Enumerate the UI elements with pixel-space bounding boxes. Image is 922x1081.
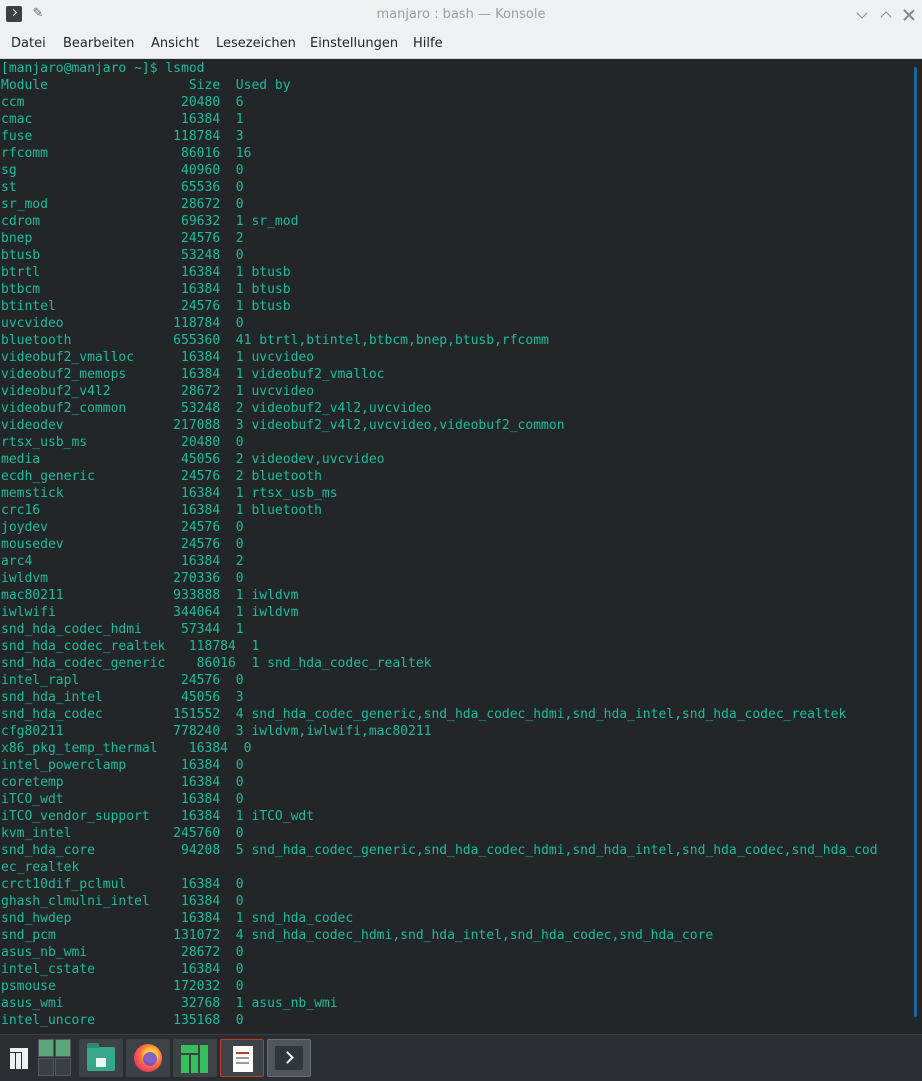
terminal-line: fuse 118784 3: [1, 129, 244, 144]
terminal-line: memstick 16384 1 rtsx_usb_ms: [1, 486, 338, 501]
menu-ansicht[interactable]: Ansicht: [151, 36, 199, 51]
terminal-line: ccm 20480 6: [1, 95, 244, 110]
menu-datei[interactable]: Datei: [11, 36, 46, 51]
window-title: manjaro : bash — Konsole: [376, 7, 546, 22]
terminal-line: crct10dif_pclmul 16384 0: [1, 877, 244, 892]
terminal-line: iTCO_vendor_support 16384 1 iTCO_wdt: [1, 809, 315, 824]
terminal-line: cdrom 69632 1 sr_mod: [1, 214, 299, 229]
terminal-line: snd_hda_intel 45056 3: [1, 690, 244, 705]
text-editor-icon[interactable]: [220, 1039, 264, 1077]
terminal-line: iwlwifi 344064 1 iwldvm: [1, 605, 299, 620]
terminal-line: snd_hda_codec_hdmi 57344 1: [1, 622, 244, 637]
close-icon[interactable]: [901, 7, 917, 23]
terminal-line: ecdh_generic 24576 2 bluetooth: [1, 469, 322, 484]
terminal-line: intel_rapl 24576 0: [1, 673, 244, 688]
terminal-line: asus_wmi 32768 1 asus_nb_wmi: [1, 996, 338, 1011]
terminal-line: snd_hda_codec_realtek 118784 1: [1, 639, 260, 654]
prompt-line: [manjaro@manjaro ~]$ lsmod: [1, 61, 205, 76]
terminal-line: sr_mod 28672 0: [1, 197, 244, 212]
terminal-line: coretemp 16384 0: [1, 775, 244, 790]
terminal-line: videobuf2_common 53248 2 videobuf2_v4l2,…: [1, 401, 432, 416]
terminal-line: asus_nb_wmi 28672 0: [1, 945, 244, 960]
manjaro-settings-icon[interactable]: [173, 1039, 217, 1077]
terminal-line: joydev 24576 0: [1, 520, 244, 535]
terminal-line: ghash_clmulni_intel 16384 0: [1, 894, 244, 909]
terminal-line: sg 40960 0: [1, 163, 244, 178]
taskbar: [0, 1034, 922, 1081]
menu-hilfe[interactable]: Hilfe: [413, 36, 443, 51]
terminal-line: btintel 24576 1 btusb: [1, 299, 291, 314]
terminal-line: cmac 16384 1: [1, 112, 244, 127]
terminal-line: kvm_intel 245760 0: [1, 826, 244, 841]
terminal-line: cfg80211 778240 3 iwldvm,iwlwifi,mac8021…: [1, 724, 432, 739]
terminal-line: snd_hwdep 16384 1 snd_hda_codec: [1, 911, 354, 926]
terminal-line: intel_uncore 135168 0: [1, 1013, 244, 1028]
terminal-line: intel_cstate 16384 0: [1, 962, 244, 977]
terminal-line: arc4 16384 2: [1, 554, 244, 569]
terminal-line: rtsx_usb_ms 20480 0: [1, 435, 244, 450]
terminal-line: btusb 53248 0: [1, 248, 244, 263]
maximize-icon[interactable]: [878, 7, 894, 23]
terminal-line: btbcm 16384 1 btusb: [1, 282, 291, 297]
menu-lesezeichen[interactable]: Lesezeichen: [216, 36, 296, 51]
terminal-line: uvcvideo 118784 0: [1, 316, 244, 331]
terminal-line: snd_hda_codec 151552 4 snd_hda_codec_gen…: [1, 707, 847, 722]
terminal-line: videobuf2_memops 16384 1 videobuf2_vmall…: [1, 367, 385, 382]
terminal-line: snd_hda_core 94208 5 snd_hda_codec_gener…: [1, 843, 878, 858]
konsole-icon[interactable]: [267, 1039, 311, 1077]
scrollbar[interactable]: [914, 67, 917, 1017]
terminal-line: snd_hda_codec_generic 86016 1 snd_hda_co…: [1, 656, 432, 671]
terminal-line: rfcomm 86016 16: [1, 146, 252, 161]
file-manager-icon[interactable]: [79, 1039, 123, 1077]
terminal-line: videobuf2_v4l2 28672 1 uvcvideo: [1, 384, 315, 399]
terminal-line: media 45056 2 videodev,uvcvideo: [1, 452, 385, 467]
terminal-line: bluetooth 655360 41 btrtl,btintel,btbcm,…: [1, 333, 549, 348]
terminal-line: st 65536 0: [1, 180, 244, 195]
terminal-line: psmouse 172032 0: [1, 979, 244, 994]
title-bar[interactable]: ✎ manjaro : bash — Konsole: [0, 0, 922, 30]
terminal-line: iTCO_wdt 16384 0: [1, 792, 244, 807]
application-launcher-icon[interactable]: [2, 1039, 38, 1077]
menu-bar: Datei Bearbeiten Ansicht Lesezeichen Ein…: [0, 30, 922, 59]
terminal-line: crc16 16384 1 bluetooth: [1, 503, 322, 518]
terminal-line: snd_pcm 131072 4 snd_hda_codec_hdmi,snd_…: [1, 928, 714, 943]
terminal-line: mac80211 933888 1 iwldvm: [1, 588, 299, 603]
minimize-icon[interactable]: [854, 7, 870, 23]
terminal-line: videobuf2_vmalloc 16384 1 uvcvideo: [1, 350, 315, 365]
terminal-line: mousedev 24576 0: [1, 537, 244, 552]
menu-bearbeiten[interactable]: Bearbeiten: [63, 36, 134, 51]
terminal-output[interactable]: [manjaro@manjaro ~]$ lsmod Module Size Us…: [0, 59, 922, 1031]
pager-icon[interactable]: [38, 1039, 72, 1077]
menu-einstellungen[interactable]: Einstellungen: [310, 36, 398, 51]
terminal-line: videodev 217088 3 videobuf2_v4l2,uvcvide…: [1, 418, 565, 433]
terminal-line: btrtl 16384 1 btusb: [1, 265, 291, 280]
terminal-line: bnep 24576 2: [1, 231, 244, 246]
firefox-icon[interactable]: [126, 1039, 170, 1077]
terminal-line: x86_pkg_temp_thermal 16384 0: [1, 741, 252, 756]
terminal-line: iwldvm 270336 0: [1, 571, 244, 586]
terminal-line: ec_realtek: [1, 860, 80, 875]
terminal-line: Module Size Used by: [1, 78, 291, 93]
terminal-line: intel_powerclamp 16384 0: [1, 758, 244, 773]
